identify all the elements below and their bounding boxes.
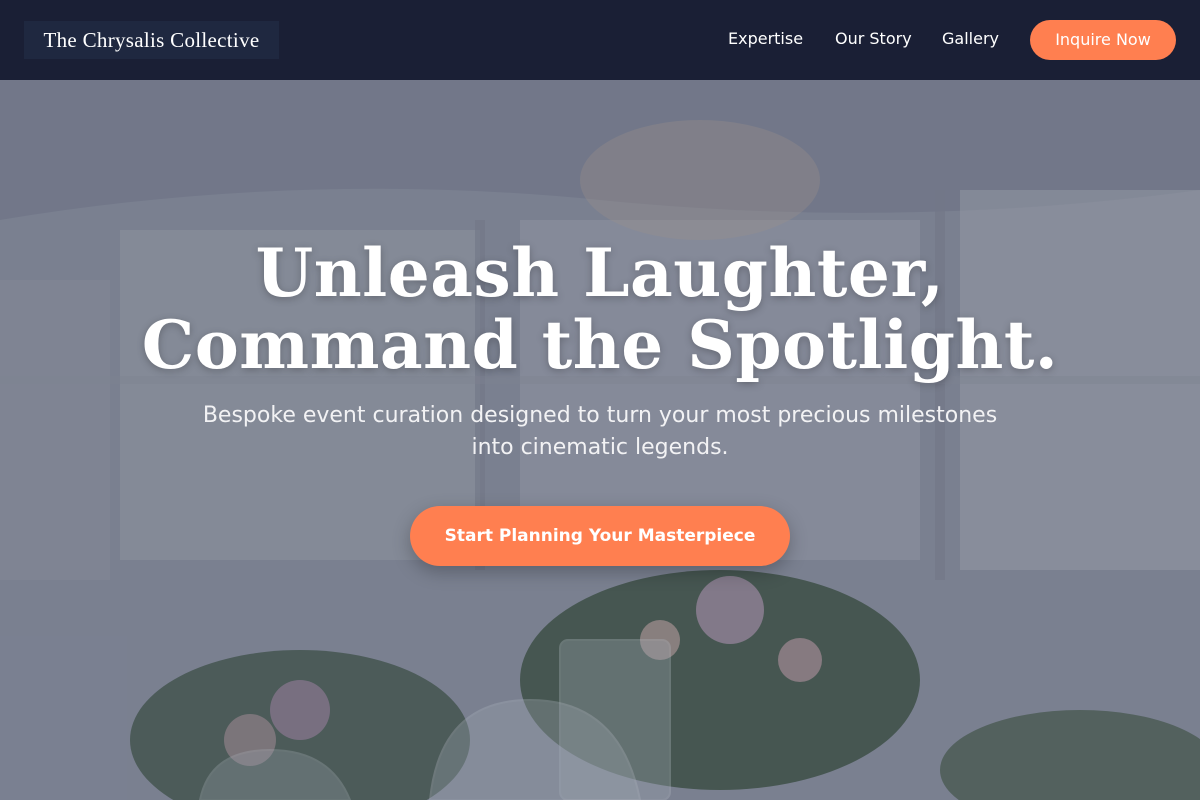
- nav-link-expertise[interactable]: Expertise: [728, 28, 803, 50]
- hero-subtitle: Bespoke event curation designed to turn …: [150, 400, 1050, 464]
- hero-title-line-1: Unleash Laughter,: [255, 234, 945, 312]
- hero-title-line-2: Command the Spotlight.: [141, 306, 1059, 384]
- brand-logo[interactable]: The Chrysalis Collective: [24, 21, 279, 59]
- hero-section: Unleash Laughter, Command the Spotlight.…: [0, 80, 1200, 800]
- page: The Chrysalis Collective Expertise Our S…: [0, 0, 1200, 800]
- hero-title: Unleash Laughter, Command the Spotlight.: [0, 237, 1200, 381]
- hero-subtitle-line-1: Bespoke event curation designed to turn …: [202, 403, 998, 428]
- nav-link-gallery[interactable]: Gallery: [942, 28, 999, 50]
- start-planning-button[interactable]: Start Planning Your Masterpiece: [410, 506, 790, 566]
- site-header: The Chrysalis Collective Expertise Our S…: [0, 0, 1200, 80]
- nav-link-our-story[interactable]: Our Story: [835, 28, 912, 50]
- hero-subtitle-line-2: into cinematic legends.: [471, 435, 729, 460]
- inquire-now-button[interactable]: Inquire Now: [1030, 20, 1176, 60]
